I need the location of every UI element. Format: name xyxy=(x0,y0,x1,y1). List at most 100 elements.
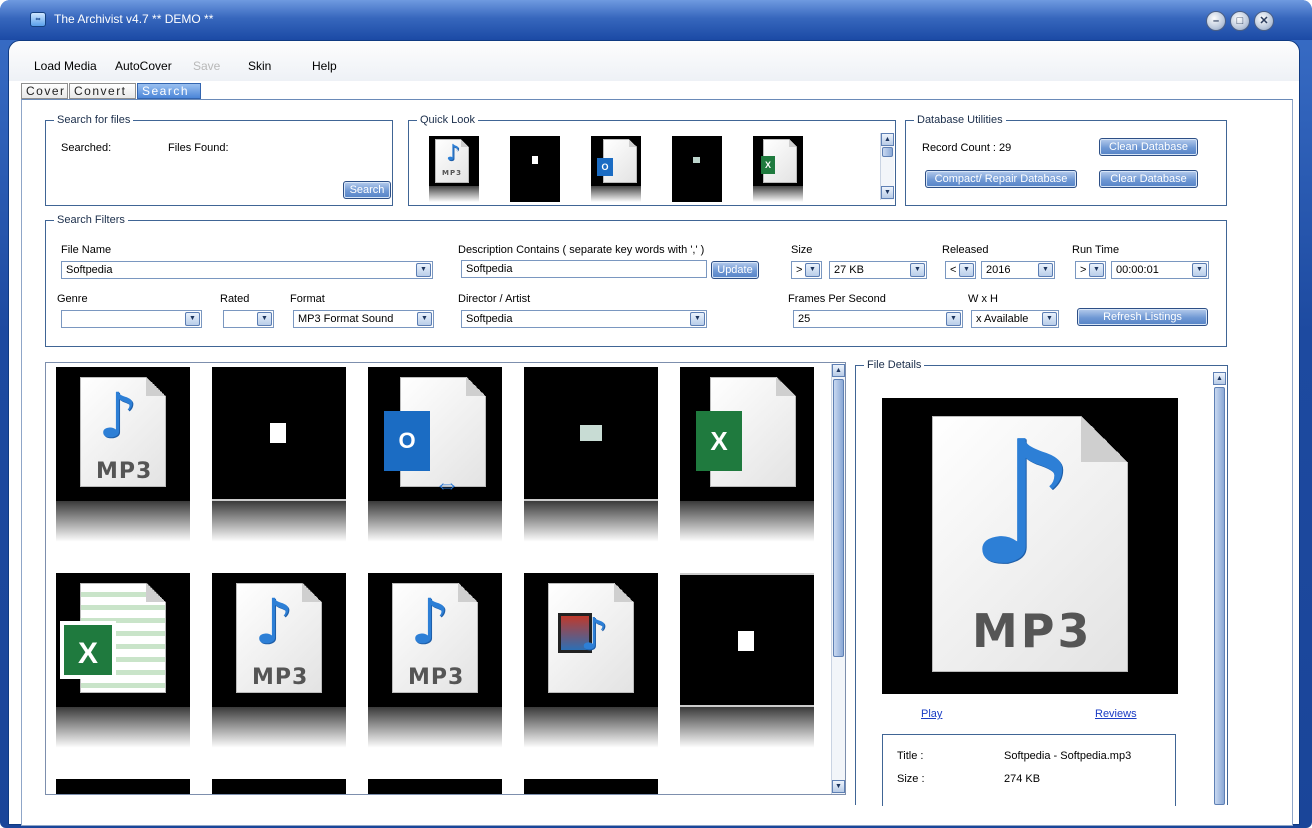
outlook-logo-icon: O xyxy=(597,158,613,176)
result-thumb-7[interactable]: ♪ MP3 xyxy=(212,573,346,758)
size-combo[interactable]: 27 KB ▼ xyxy=(829,261,927,279)
result-thumb-10[interactable] xyxy=(680,573,814,758)
excel-logo-icon: X xyxy=(761,156,775,174)
wxh-label: W x H xyxy=(968,293,998,305)
menu-load-media[interactable]: Load Media xyxy=(34,59,97,73)
file-preview: ♪ MP3 xyxy=(882,398,1178,694)
chevron-down-icon[interactable]: ▼ xyxy=(185,312,200,326)
fps-combo[interactable]: 25 ▼ xyxy=(793,310,963,328)
genre-combo[interactable]: ▼ xyxy=(61,310,202,328)
window-title: The Archivist v4.7 ** DEMO ** xyxy=(54,12,214,26)
clean-database-button[interactable]: Clean Database xyxy=(1099,138,1198,156)
quick-look-item[interactable] xyxy=(672,136,722,202)
chevron-down-icon[interactable]: ▼ xyxy=(416,263,431,277)
scroll-up-icon[interactable]: ▲ xyxy=(881,133,894,146)
title-bar[interactable]: ∞ The Archivist v4.7 ** DEMO ** – □ ✕ xyxy=(0,0,1312,40)
quick-look-item[interactable] xyxy=(510,136,560,202)
chevron-down-icon[interactable]: ▼ xyxy=(1038,263,1053,277)
description-input[interactable]: Softpedia xyxy=(461,260,707,278)
app-window: ∞ The Archivist v4.7 ** DEMO ** – □ ✕ Lo… xyxy=(0,0,1312,828)
result-thumb-3[interactable]: O ⇔ xyxy=(368,367,502,552)
search-filters-group: Search Filters File Name Softpedia ▼ Desc… xyxy=(45,214,1227,347)
size-operator-combo[interactable]: > ▼ xyxy=(791,261,822,279)
minimize-icon[interactable]: – xyxy=(1206,11,1226,31)
music-note-icon: ♪ xyxy=(98,379,138,452)
result-thumb-9[interactable]: ♪ xyxy=(524,573,658,758)
search-files-legend: Search for files xyxy=(54,114,134,127)
chevron-down-icon[interactable]: ▼ xyxy=(805,263,820,277)
maximize-icon[interactable]: □ xyxy=(1230,11,1250,31)
result-thumb-8[interactable]: ♪ MP3 xyxy=(368,573,502,758)
file-details-scrollbar[interactable]: ▲ xyxy=(1213,372,1227,806)
archivist-logo-icon: ∞ xyxy=(30,12,46,27)
chevron-down-icon[interactable]: ▼ xyxy=(417,312,432,326)
menu-autocover[interactable]: AutoCover xyxy=(115,59,172,73)
fps-label: Frames Per Second xyxy=(788,293,886,305)
result-thumb-4[interactable] xyxy=(524,367,658,552)
search-filters-legend: Search Filters xyxy=(54,214,128,227)
quick-look-scrollbar[interactable]: ▲ ▼ xyxy=(880,133,894,200)
reviews-link[interactable]: Reviews xyxy=(1095,708,1137,720)
compact-repair-button[interactable]: Compact/ Repair Database xyxy=(925,170,1077,188)
director-combo[interactable]: Softpedia ▼ xyxy=(461,310,707,328)
result-thumb-13[interactable] xyxy=(368,779,502,794)
run-time-combo[interactable]: 00:00:01 ▼ xyxy=(1111,261,1209,279)
chevron-down-icon[interactable]: ▼ xyxy=(959,263,974,277)
quick-look-item[interactable]: O xyxy=(591,136,641,202)
size-label-detail: Size : xyxy=(897,773,925,785)
scroll-up-icon[interactable]: ▲ xyxy=(1213,372,1226,385)
result-thumb-14[interactable] xyxy=(524,779,658,794)
scroll-down-icon[interactable]: ▼ xyxy=(832,780,845,793)
result-thumb-2[interactable] xyxy=(212,367,346,552)
file-name-label: File Name xyxy=(61,244,112,256)
released-combo[interactable]: 2016 ▼ xyxy=(981,261,1055,279)
released-operator-combo[interactable]: < ▼ xyxy=(945,261,976,279)
rated-combo[interactable]: ▼ xyxy=(223,310,274,328)
chevron-down-icon[interactable]: ▼ xyxy=(946,312,961,326)
file-info-box: Title : Softpedia - Softpedia.mp3 Size :… xyxy=(882,734,1176,806)
format-combo[interactable]: MP3 Format Sound ▼ xyxy=(293,310,434,328)
chevron-down-icon[interactable]: ▼ xyxy=(1089,263,1104,277)
files-found-label: Files Found: xyxy=(168,142,229,154)
chevron-down-icon[interactable]: ▼ xyxy=(1042,312,1057,326)
search-button[interactable]: Search xyxy=(343,181,391,199)
result-thumb-12[interactable] xyxy=(212,779,346,794)
file-name-combo[interactable]: Softpedia ▼ xyxy=(61,261,433,279)
refresh-listings-button[interactable]: Refresh Listings xyxy=(1077,308,1208,326)
quick-look-item[interactable]: ♪ MP3 xyxy=(429,136,479,202)
result-thumb-11[interactable] xyxy=(56,779,190,794)
scroll-thumb[interactable] xyxy=(833,379,844,657)
wxh-combo[interactable]: x Available ▼ xyxy=(971,310,1059,328)
chevron-down-icon[interactable]: ▼ xyxy=(257,312,272,326)
chevron-down-icon[interactable]: ▼ xyxy=(1192,263,1207,277)
client-area: Load Media AutoCover Save Skin Help Cove… xyxy=(8,40,1300,826)
tab-cover[interactable]: Cover xyxy=(21,83,68,99)
scroll-up-icon[interactable]: ▲ xyxy=(832,364,845,377)
chevron-down-icon[interactable]: ▼ xyxy=(690,312,705,326)
play-link[interactable]: Play xyxy=(921,708,942,720)
image-file-icon xyxy=(693,157,700,163)
rated-label: Rated xyxy=(220,293,250,305)
run-time-operator-combo[interactable]: > ▼ xyxy=(1075,261,1106,279)
scroll-thumb[interactable] xyxy=(1214,387,1225,805)
result-thumb-1[interactable]: ♪ MP3 xyxy=(56,367,190,552)
music-note-icon: ♪ xyxy=(968,403,1077,603)
clear-database-button[interactable]: Clear Database xyxy=(1099,170,1198,188)
close-icon[interactable]: ✕ xyxy=(1254,11,1274,31)
blank-file-icon xyxy=(270,423,286,443)
result-thumb-5[interactable]: X xyxy=(680,367,814,552)
released-label: Released xyxy=(942,244,989,256)
size-value: 274 KB xyxy=(1004,773,1041,785)
quick-look-item[interactable]: X xyxy=(753,136,803,202)
scroll-thumb[interactable] xyxy=(882,147,893,157)
chevron-down-icon[interactable]: ▼ xyxy=(910,263,925,277)
results-scrollbar[interactable]: ▲ ▼ xyxy=(831,364,845,794)
menu-help[interactable]: Help xyxy=(312,59,337,73)
format-label: Format xyxy=(290,293,325,305)
menu-skin[interactable]: Skin xyxy=(248,59,271,73)
update-button[interactable]: Update xyxy=(711,261,759,279)
tab-convert[interactable]: Convert xyxy=(69,83,136,99)
result-thumb-6[interactable]: X xyxy=(56,573,190,758)
tab-search[interactable]: Search xyxy=(137,83,201,99)
scroll-down-icon[interactable]: ▼ xyxy=(881,186,894,199)
